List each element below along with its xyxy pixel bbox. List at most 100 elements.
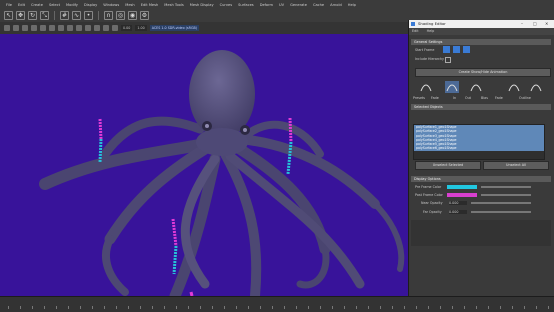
include-hierarchy-label: Include Hierarchy [415, 57, 444, 61]
timeline-tick [152, 306, 153, 309]
grid-icon[interactable] [40, 25, 46, 31]
menu-item[interactable]: Surfaces [238, 3, 254, 7]
lock-camera-icon[interactable] [13, 25, 19, 31]
display-options-header[interactable]: Display Options [411, 176, 551, 182]
preset-option[interactable]: Fade [495, 96, 503, 100]
post-frame-color-swatch[interactable] [447, 193, 477, 197]
timeline[interactable] [0, 296, 554, 312]
xray-icon[interactable] [103, 25, 109, 31]
selected-objects-header[interactable]: Selected Objects [411, 104, 551, 110]
menu-item[interactable]: File [6, 3, 12, 7]
menu-item[interactable]: Display [84, 3, 97, 7]
near-opacity-slider[interactable] [471, 202, 531, 204]
gamma-field[interactable]: 1.00 [135, 25, 147, 31]
post-frame-color-slider[interactable] [481, 194, 531, 196]
wireframe-icon[interactable] [58, 25, 64, 31]
film-gate-icon[interactable] [49, 25, 55, 31]
color-space-dropdown[interactable]: ACES 1.0 SDR-video (sRGB) [149, 25, 200, 31]
menu-item[interactable]: Create [31, 3, 43, 7]
menu-item[interactable]: Mesh [125, 3, 134, 7]
render-icon[interactable]: ◎ [116, 10, 125, 20]
menu-item[interactable]: Mesh Display [190, 3, 214, 7]
near-opacity-field[interactable]: 0.000 [449, 201, 467, 205]
timeline-tick [440, 306, 441, 309]
preset-option[interactable]: Bias [481, 96, 488, 100]
preset-option[interactable]: In [453, 96, 456, 100]
timeline-tick [512, 306, 513, 309]
list-item[interactable]: polySurface6_geo1Shape [414, 146, 544, 151]
preset-option[interactable]: Fade [431, 96, 439, 100]
shadows-icon[interactable] [94, 25, 100, 31]
menu-item[interactable]: Cache [313, 3, 324, 7]
octopus-model[interactable] [0, 34, 408, 296]
lights-icon[interactable] [85, 25, 91, 31]
timeline-tick [416, 306, 417, 309]
unselect-selected-button[interactable]: Unselect Selected [415, 161, 481, 170]
selected-objects-list[interactable]: polySurface1_geo1Shape polySurface2_geo1… [413, 124, 545, 160]
timeline-tick [368, 306, 369, 309]
menu-item[interactable]: Curves [220, 3, 232, 7]
far-opacity-slider[interactable] [471, 211, 531, 213]
isolate-icon[interactable] [112, 25, 118, 31]
image-plane-icon[interactable] [31, 25, 37, 31]
snap-grid-icon[interactable]: # [60, 10, 69, 20]
far-opacity-field[interactable]: 0.000 [449, 210, 467, 214]
pre-frame-color-slider[interactable] [481, 186, 531, 188]
snap-point-icon[interactable]: • [84, 10, 93, 20]
preset-option[interactable]: Out [465, 96, 471, 100]
unselect-all-button[interactable]: Unselect All [483, 161, 549, 170]
general-settings-header[interactable]: General Settings [411, 39, 551, 45]
snap-curve-icon[interactable]: ∿ [72, 10, 81, 20]
timeline-tick [44, 306, 45, 309]
menu-item[interactable]: Help [348, 3, 356, 7]
magnet-icon[interactable]: ∩ [104, 10, 113, 20]
tool-shelf: ↖ ✥ ↻ ⤡ # ∿ • ∩ ◎ ◉ ⚙ [4, 9, 149, 21]
window-titlebar[interactable]: Shading Editor – □ ✕ [409, 20, 554, 28]
create-animation-button[interactable]: Create Show/Hide Animation [415, 68, 551, 77]
minimize-icon[interactable]: – [521, 20, 523, 28]
menu-item[interactable]: Deform [260, 3, 273, 7]
octopus-head [189, 50, 255, 138]
menu-item[interactable]: Edit Mesh [141, 3, 159, 7]
timeline-tick [200, 306, 201, 309]
window-menu-item[interactable]: Help [427, 28, 435, 35]
close-icon[interactable]: ✕ [545, 20, 548, 28]
rotate-tool-icon[interactable]: ↻ [28, 10, 37, 20]
maximize-icon[interactable]: □ [533, 20, 537, 28]
scale-tool-icon[interactable]: ⤡ [40, 10, 49, 20]
bookmark-icon[interactable] [22, 25, 28, 31]
window-menu-item[interactable]: Edit [412, 28, 419, 35]
exposure-field[interactable]: 0.00 [121, 25, 133, 31]
timeline-tick [428, 306, 429, 309]
camera-icon[interactable] [4, 25, 10, 31]
render-settings-icon[interactable]: ⚙ [140, 10, 149, 20]
timeline-tick [320, 306, 321, 309]
viewport[interactable] [0, 34, 408, 296]
start-frame-button[interactable] [443, 46, 450, 53]
preset-curve-icon[interactable] [470, 84, 482, 92]
move-tool-icon[interactable]: ✥ [16, 10, 25, 20]
menu-item[interactable]: Arnold [330, 3, 342, 7]
menu-item[interactable]: Generate [290, 3, 307, 7]
set-frame-button[interactable] [463, 46, 470, 53]
timeline-tick [332, 306, 333, 309]
textured-icon[interactable] [76, 25, 82, 31]
menu-item[interactable]: Mesh Tools [164, 3, 183, 7]
select-tool-icon[interactable]: ↖ [4, 10, 13, 20]
ipr-render-icon[interactable]: ◉ [128, 10, 137, 20]
preset-curve-icon[interactable] [508, 84, 520, 92]
timeline-tick [8, 306, 9, 309]
include-hierarchy-checkbox[interactable] [445, 57, 451, 63]
end-frame-button[interactable] [453, 46, 460, 53]
smooth-shade-icon[interactable] [67, 25, 73, 31]
menu-item[interactable]: UV [279, 3, 284, 7]
preset-curve-icon[interactable] [530, 84, 542, 92]
menu-item[interactable]: Select [49, 3, 60, 7]
preset-option[interactable]: Outline [519, 96, 531, 100]
pre-frame-color-swatch[interactable] [447, 185, 477, 189]
animation-strand-3 [171, 218, 178, 275]
preset-curve-icon[interactable] [420, 84, 432, 92]
menu-item[interactable]: Modify [66, 3, 78, 7]
menu-item[interactable]: Windows [103, 3, 119, 7]
menu-item[interactable]: Edit [18, 3, 25, 7]
